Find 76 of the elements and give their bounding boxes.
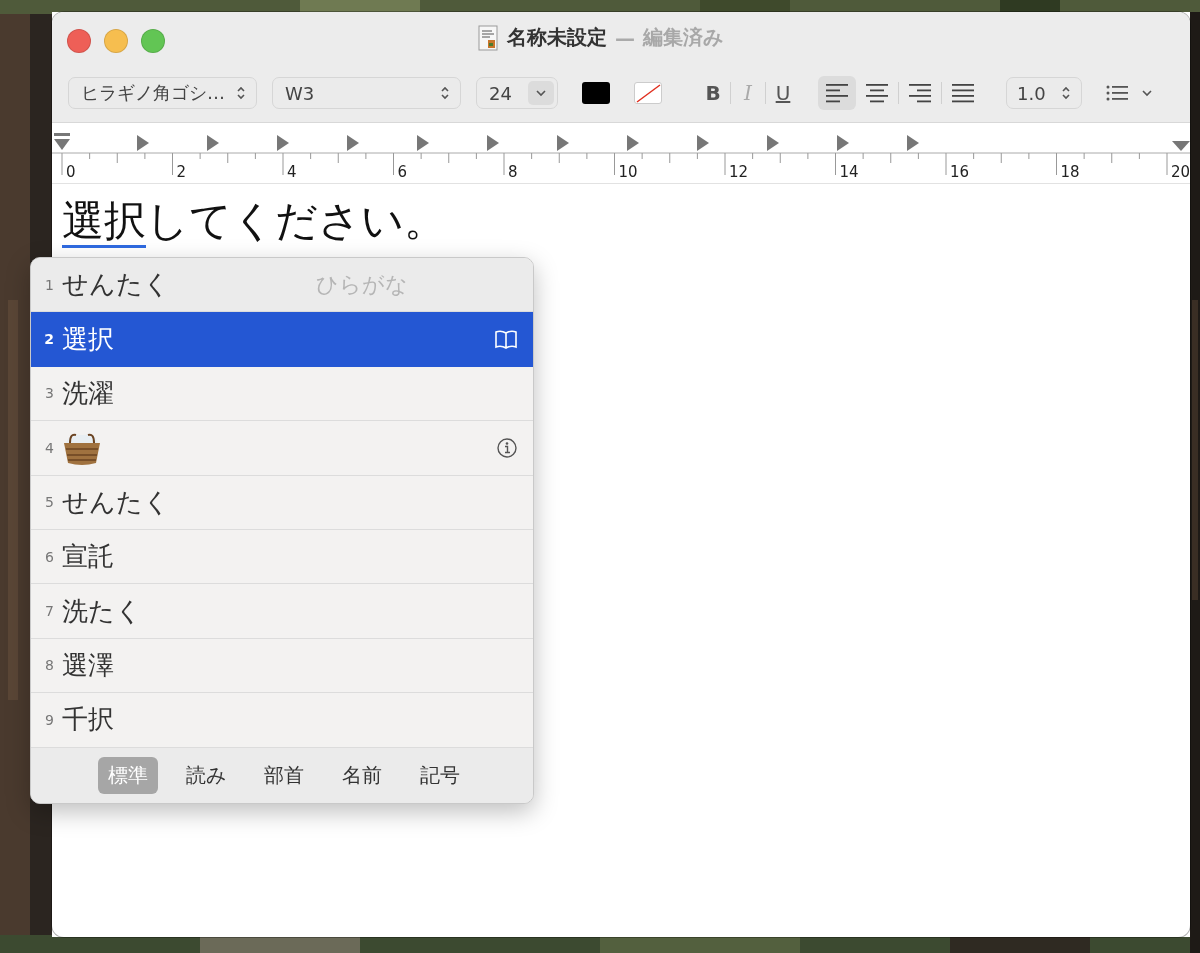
ruler-number: 14 (839, 163, 859, 181)
ruler-number: 2 (176, 163, 187, 181)
candidate-text: せんたく (62, 485, 170, 519)
ruler-number: 4 (287, 163, 297, 181)
tab-stop-icon[interactable] (137, 135, 149, 151)
text-color-well[interactable] (582, 82, 610, 104)
align-right-icon (909, 83, 931, 103)
candidate-text: 洗濯 (62, 376, 114, 410)
document-text: 選択 してください。 (62, 198, 1180, 245)
no-color-icon (635, 83, 661, 103)
tab-stop-icon[interactable] (487, 135, 499, 151)
ruler-number: 6 (397, 163, 408, 181)
ruler-number: 10 (618, 163, 638, 181)
tab-stop-icon[interactable] (767, 135, 779, 151)
candidate-text: 選澤 (62, 648, 114, 682)
tab-stop-icon[interactable] (277, 135, 289, 151)
book-icon[interactable] (495, 329, 517, 350)
tab-stop-icon[interactable] (907, 135, 919, 151)
align-justify-icon (952, 83, 974, 103)
document-icon (477, 24, 499, 51)
style-button[interactable]: B (696, 81, 730, 105)
background-color-well[interactable] (634, 82, 662, 104)
chevron-down-icon (1142, 89, 1152, 97)
bullet-list-icon (1106, 84, 1128, 102)
close-button[interactable] (67, 29, 91, 53)
ruler-number: 16 (950, 163, 970, 181)
tab-stop-icon[interactable] (627, 135, 639, 151)
typeface-popup[interactable]: W3 (272, 77, 461, 109)
size-dropdown-button[interactable] (528, 81, 554, 105)
tab-stop-icon[interactable] (697, 135, 709, 151)
candidate-tab[interactable]: 記号 (410, 756, 470, 794)
candidate-row[interactable]: 4 (31, 421, 533, 476)
candidate-row[interactable]: 7 洗たく (31, 584, 533, 639)
font-family-popup[interactable]: ヒラギノ角ゴシ… (68, 77, 257, 109)
line-spacing-popup[interactable]: 1.0 (1006, 77, 1082, 109)
title-separator: — (615, 25, 635, 50)
right-indent-marker[interactable] (1172, 141, 1190, 151)
ruler-number: 20 (1171, 163, 1190, 181)
candidate-text: せんたく (62, 268, 170, 302)
font-size-combo[interactable]: 24 (476, 77, 558, 109)
candidate-row[interactable]: 5 せんたく (31, 475, 533, 530)
candidate-tab[interactable]: 部首 (254, 756, 314, 794)
candidate-tab[interactable]: 読み (176, 756, 236, 794)
tab-stop-icon[interactable] (417, 135, 429, 151)
tab-stop-icon[interactable] (347, 135, 359, 151)
chevron-down-icon (536, 89, 546, 97)
candidate-row[interactable]: 8 選澤 (31, 638, 533, 694)
align-left-icon (826, 83, 848, 103)
candidate-text: 宣託 (62, 540, 114, 574)
left-indent-marker[interactable] (54, 133, 70, 150)
style-button[interactable]: U (766, 81, 800, 105)
stepper-icon (236, 85, 246, 101)
edited-status: 編集済み (643, 24, 723, 51)
info-icon[interactable] (497, 438, 517, 459)
candidate-text: 千択 (62, 703, 114, 737)
list-button[interactable] (1106, 84, 1152, 102)
align-center-icon (866, 83, 888, 103)
candidate-text: 選択 (62, 322, 114, 356)
candidate-row[interactable]: 6 宣託 (31, 529, 533, 585)
candidate-tab[interactable]: 名前 (332, 756, 392, 794)
candidate-row[interactable]: 9 千択 (31, 693, 533, 748)
tab-stop-icon[interactable] (207, 135, 219, 151)
ruler-number: 12 (729, 163, 749, 181)
ruler-number: 8 (508, 163, 518, 181)
window-title: 名称未設定 (507, 24, 607, 51)
tab-stop-icon[interactable] (837, 135, 849, 151)
tab-stop-icon[interactable] (557, 135, 569, 151)
candidate-row[interactable]: 3 洗濯 (31, 366, 533, 422)
candidate-row[interactable]: 2 選択 (31, 312, 533, 367)
zoom-button[interactable] (141, 29, 165, 53)
ruler-number: 0 (66, 163, 76, 181)
stepper-icon (1061, 85, 1071, 101)
align-left-button[interactable] (818, 76, 856, 110)
candidate-text: 洗たく (62, 594, 142, 628)
ruler-number: 18 (1060, 163, 1080, 181)
stepper-icon (440, 85, 450, 101)
